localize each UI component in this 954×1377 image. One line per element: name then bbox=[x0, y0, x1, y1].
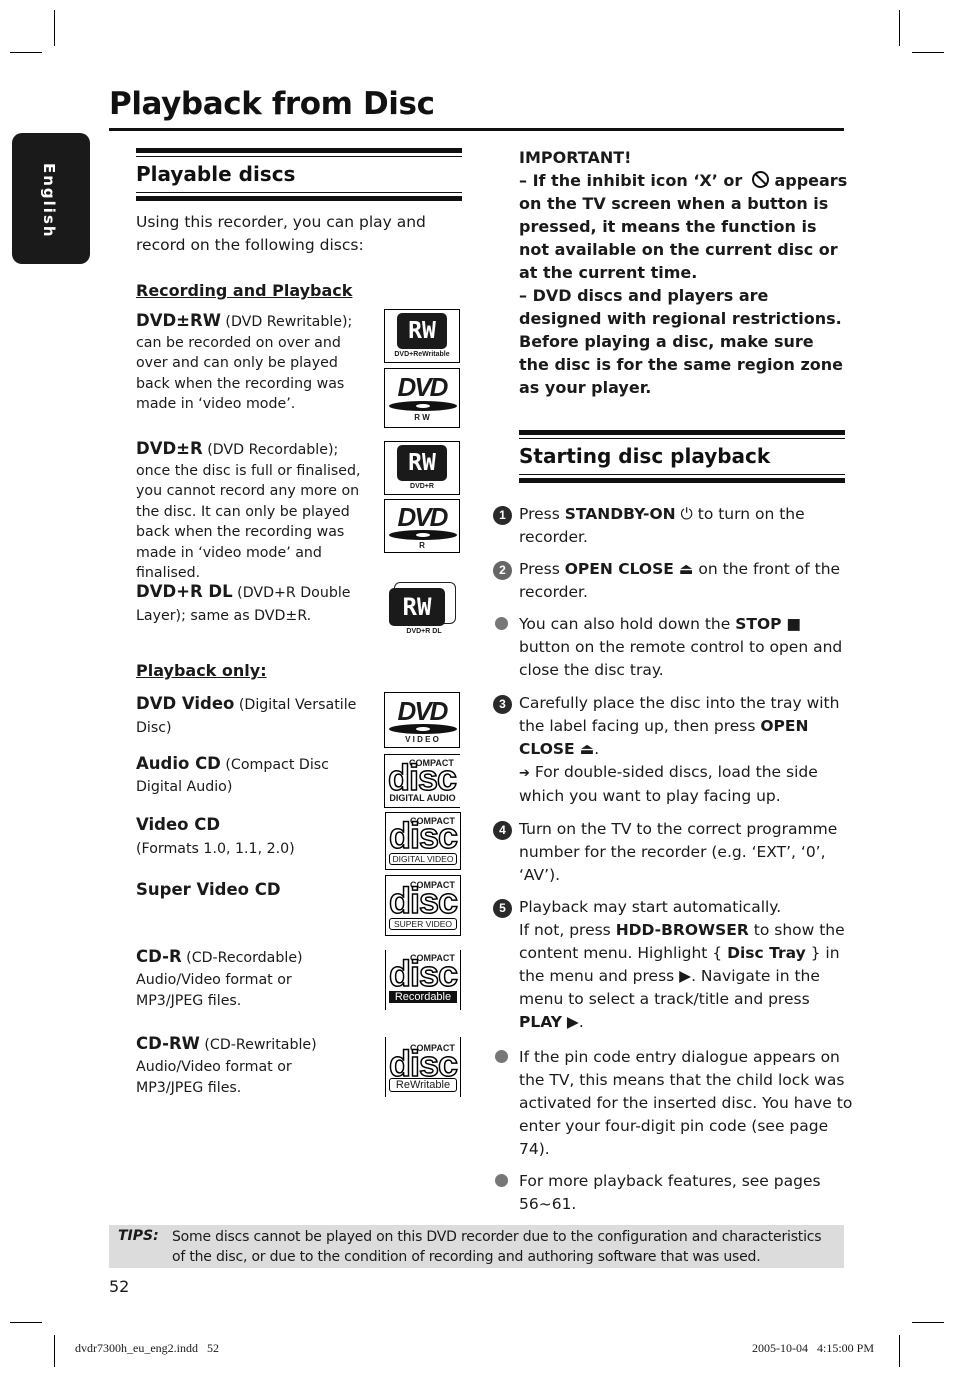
disc-item-super-video-cd: Super Video CD bbox=[136, 880, 281, 899]
compact-disc-digital-video-logo: COMPACT disc DIGITAL VIDEO bbox=[385, 812, 461, 870]
disc-item-audio-cd: Audio CD (Compact Disc Digital Audio) bbox=[136, 754, 329, 795]
disc-item-video-cd: Video CD (Formats 1.0, 1.1, 2.0) bbox=[136, 815, 295, 857]
step-stop-note: You can also hold down the STOP ■ button… bbox=[519, 615, 843, 679]
power-icon: ⏻ bbox=[680, 505, 693, 523]
step-5: Playback may start automatically. If not… bbox=[519, 898, 845, 1031]
play-icon: ▶ bbox=[566, 1013, 579, 1031]
step-number-4: 4 bbox=[493, 821, 512, 840]
dvd-rw-logo: DVD R W bbox=[384, 368, 460, 428]
disc-item-cd-r: CD-R (CD-Recordable) Audio/Video format … bbox=[136, 947, 303, 1009]
intro-text: Using this recorder, you can play and re… bbox=[136, 213, 426, 254]
crop-mark bbox=[54, 10, 55, 46]
page-number: 52 bbox=[109, 1277, 130, 1296]
crop-mark bbox=[10, 52, 42, 53]
section-title: Playable discs bbox=[136, 162, 296, 186]
dvd-rewritable-logo: RW DVD+ReWritable bbox=[384, 309, 460, 363]
disc-item-dvd-rw: DVD±RW (DVD Rewritable); can be recorded… bbox=[136, 311, 353, 412]
crop-mark bbox=[10, 1322, 42, 1323]
starting-playback-heading: Starting disc playback bbox=[519, 430, 845, 483]
eject-icon: ⏏ bbox=[678, 560, 694, 578]
step-3: Carefully place the disc into the tray w… bbox=[519, 694, 840, 805]
dvd-r-dl-logo: RW DVD+R DL bbox=[388, 582, 460, 638]
crop-mark bbox=[54, 1335, 55, 1367]
step-number-5: 5 bbox=[493, 899, 512, 918]
slug-filename: dvdr7300h_eu_eng2.indd 52 bbox=[75, 1341, 219, 1355]
tips-label: TIPS: bbox=[118, 1228, 159, 1244]
tips-text: Some discs cannot be played on this DVD … bbox=[172, 1229, 822, 1265]
step-number-3: 3 bbox=[493, 695, 512, 714]
crop-mark bbox=[912, 52, 944, 53]
step-2: Press OPEN CLOSE ⏏ on the front of the r… bbox=[519, 560, 841, 601]
tips-box: TIPS: Some discs cannot be played on thi… bbox=[109, 1225, 844, 1268]
section-title: Starting disc playback bbox=[519, 444, 771, 468]
disc-item-dvd-r: DVD±R (DVD Recordable); once the disc is… bbox=[136, 439, 361, 581]
compact-disc-digital-audio-logo: COMPACT disc DIGITAL AUDIO bbox=[384, 754, 460, 808]
dvd-video-logo: DVD V I D E O bbox=[384, 692, 460, 748]
crop-mark bbox=[899, 10, 900, 46]
page-title: Playback from Disc bbox=[109, 86, 435, 122]
play-icon: ▶ bbox=[679, 967, 692, 985]
inhibit-icon bbox=[751, 171, 769, 188]
slug-timestamp: 2005-10-04 4:15:00 PM bbox=[752, 1341, 875, 1355]
important-heading: IMPORTANT! bbox=[519, 148, 632, 167]
step-4: Turn on the TV to the correct programme … bbox=[519, 820, 838, 884]
step-number-1: 1 bbox=[493, 506, 512, 525]
disc-item-dvd-video: DVD Video (Digital Versatile Disc) bbox=[136, 694, 357, 736]
language-tab: English bbox=[12, 133, 90, 264]
important-note: IMPORTANT! – If the inhibit icon ‘X’ or … bbox=[519, 148, 848, 397]
disc-item-dvd-r-dl: DVD+R DL (DVD+R Double Layer); same as D… bbox=[136, 582, 351, 624]
playable-discs-heading: Playable discs bbox=[136, 148, 462, 201]
step-number-2: 2 bbox=[493, 561, 512, 580]
more-features-note: For more playback features, see pages 56… bbox=[519, 1172, 821, 1213]
compact-disc-rewritable-logo: COMPACT disc ReWritable bbox=[385, 1037, 461, 1097]
stop-icon: ■ bbox=[786, 615, 802, 633]
crop-mark bbox=[912, 1322, 944, 1323]
recording-playback-subheading: Recording and Playback bbox=[136, 281, 353, 300]
crop-mark bbox=[899, 1335, 900, 1367]
eject-icon: ⏏ bbox=[579, 740, 595, 758]
dvd-r-logo: DVD R bbox=[384, 499, 460, 553]
language-tab-label: English bbox=[40, 163, 58, 239]
dvd-plus-r-logo: RW DVD+R bbox=[384, 441, 460, 495]
title-rule bbox=[109, 128, 844, 131]
compact-disc-super-video-logo: COMPACT disc SUPER VIDEO bbox=[385, 875, 461, 936]
playback-only-subheading: Playback only: bbox=[136, 661, 267, 680]
bullet-icon bbox=[495, 1174, 508, 1187]
bullet-icon bbox=[495, 1050, 508, 1063]
arrow-icon: ➔ bbox=[519, 766, 530, 781]
compact-disc-recordable-logo: COMPACT disc Recordable bbox=[385, 950, 461, 1010]
pin-code-note: If the pin code entry dialogue appears o… bbox=[519, 1048, 853, 1158]
step-1: Press STANDBY-ON ⏻ to turn on the record… bbox=[519, 505, 805, 546]
disc-item-cd-rw: CD-RW (CD-Rewritable) Audio/Video format… bbox=[136, 1034, 317, 1096]
bullet-icon bbox=[495, 617, 508, 630]
